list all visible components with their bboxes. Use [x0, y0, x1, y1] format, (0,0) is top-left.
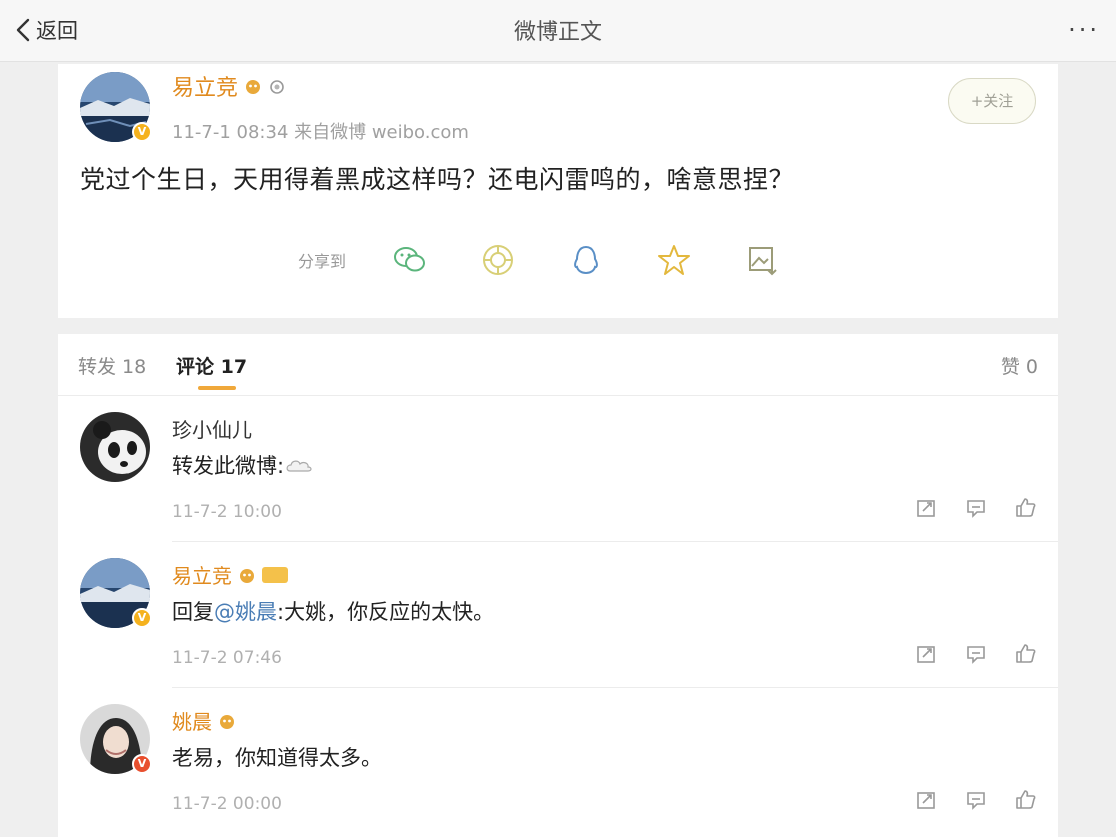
qzone-icon[interactable] — [654, 240, 694, 280]
page-title: 微博正文 — [513, 20, 602, 45]
like-icon[interactable] — [1014, 496, 1038, 520]
commenter-avatar[interactable] — [80, 412, 150, 482]
repost-icon[interactable] — [914, 496, 938, 520]
post-card: V 易立竞 11-7-1 08:34 来自微博 weibo.com +关注 党过… — [58, 64, 1058, 318]
like-icon[interactable] — [1014, 642, 1038, 666]
post-meta: 11-7-1 08:34 来自微博 weibo.com — [172, 122, 469, 143]
comment-item: 珍小仙儿 转发此微博: 11-7-2 10:00 — [58, 396, 1058, 542]
comment-time: 11-7-2 00:00 — [172, 794, 282, 814]
tab-likes[interactable]: 赞 0 — [1001, 352, 1038, 379]
wechat-icon[interactable] — [390, 240, 430, 280]
commenter-name[interactable]: 珍小仙儿 — [172, 414, 252, 443]
post-content: 党过个生日，天用得着黑成这样吗？还电闪雷鸣的，啥意思捏？ — [80, 165, 795, 194]
comment-time: 11-7-2 10:00 — [172, 502, 282, 522]
member-crown-icon — [220, 714, 234, 729]
panda-avatar-image — [80, 412, 150, 482]
comment-text: 老易，你知道得太多。 — [172, 746, 382, 770]
mention-link[interactable]: @姚晨 — [214, 596, 277, 626]
verified-badge-icon: V — [132, 122, 152, 142]
post-author-name[interactable]: 易立竞 — [172, 70, 286, 102]
reply-icon[interactable] — [964, 496, 988, 520]
member-crown-icon — [240, 568, 254, 583]
tab-bar: 转发 18 评论 17 赞 0 — [58, 334, 1058, 396]
qq-icon[interactable] — [566, 240, 606, 280]
verified-badge-icon: V — [132, 608, 152, 628]
comment-item: V 姚晨 老易，你知道得太多。 11-7-2 00:00 — [58, 688, 1058, 834]
moments-icon[interactable] — [478, 240, 518, 280]
comment-text: 转发此微博: — [172, 450, 314, 480]
comment-actions — [914, 496, 1038, 520]
follow-button[interactable]: +关注 — [948, 78, 1036, 124]
share-row: 分享到 — [298, 240, 830, 280]
medal-icon — [270, 80, 284, 94]
save-image-icon[interactable] — [742, 240, 782, 280]
comment-actions — [914, 642, 1038, 666]
reply-icon[interactable] — [964, 642, 988, 666]
top-nav-bar: 返回 微博正文 ··· — [0, 0, 1116, 62]
member-crown-icon — [246, 80, 261, 94]
comment-item: V 易立竞 回复 @姚晨 :大姚，你反应的太快。 11-7-2 07:46 — [58, 542, 1058, 688]
reply-icon[interactable] — [964, 788, 988, 812]
repost-icon[interactable] — [914, 642, 938, 666]
comment-text: 回复 @姚晨 :大姚，你反应的太快。 — [172, 596, 494, 626]
more-options-button[interactable]: ··· — [1068, 16, 1100, 44]
verified-badge-icon: V — [132, 754, 152, 774]
active-tab-indicator — [198, 386, 236, 390]
repost-icon[interactable] — [914, 788, 938, 812]
commenter-name[interactable]: 易立竞 — [172, 560, 288, 589]
commenter-name[interactable]: 姚晨 — [172, 706, 236, 735]
tab-reposts[interactable]: 转发 18 — [78, 352, 146, 379]
comment-actions — [914, 788, 1038, 812]
comments-section: 转发 18 评论 17 赞 0 珍小仙儿 转发此微博: 11-7-2 10:00 — [58, 334, 1058, 837]
cloud-emoji-icon — [286, 460, 312, 472]
comment-time: 11-7-2 07:46 — [172, 648, 282, 668]
level-badge-icon — [262, 566, 288, 583]
like-icon[interactable] — [1014, 788, 1038, 812]
share-label: 分享到 — [298, 252, 347, 271]
